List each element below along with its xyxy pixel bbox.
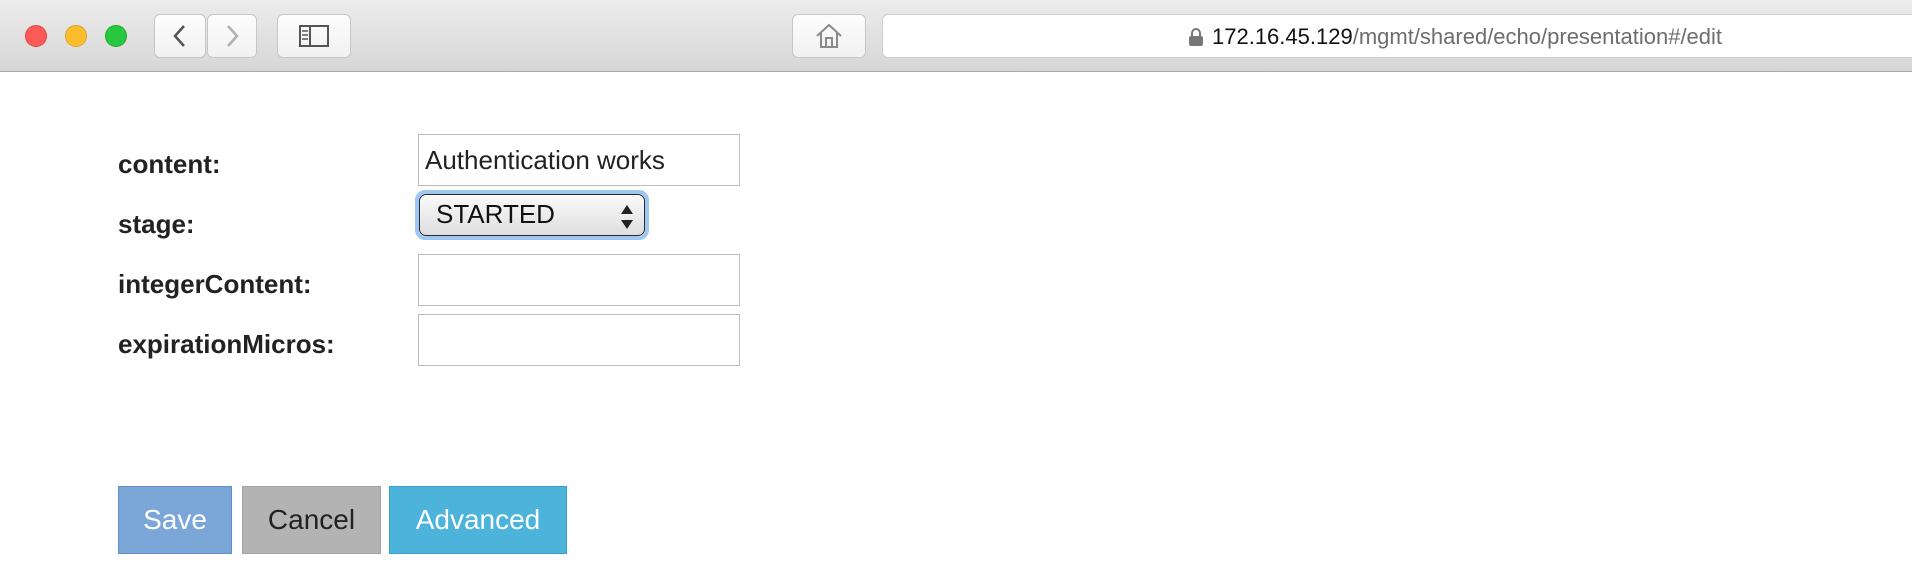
save-button[interactable]: Save: [118, 486, 232, 554]
home-icon: [816, 23, 842, 48]
stage-label: stage:: [118, 209, 195, 239]
address-bar[interactable]: 172.16.45.129/mgmt/shared/echo/presentat…: [882, 14, 1912, 58]
url-path: /mgmt/shared/echo/presentation#/edit: [1352, 24, 1723, 49]
lock-icon: [1189, 28, 1203, 46]
url-display: 172.16.45.129/mgmt/shared/echo/presentat…: [1188, 15, 1722, 59]
select-arrows-icon: [621, 205, 633, 229]
stage-select[interactable]: STARTED: [415, 190, 649, 240]
advanced-button[interactable]: Advanced: [389, 486, 567, 554]
minimize-window-icon[interactable]: [65, 25, 87, 47]
browser-toolbar: 172.16.45.129/mgmt/shared/echo/presentat…: [0, 0, 1912, 72]
sidebar-icon: [299, 25, 329, 47]
stage-selected-value: STARTED: [436, 199, 555, 229]
content-input[interactable]: [418, 134, 740, 186]
integer-content-input[interactable]: [418, 254, 740, 306]
maximize-window-icon[interactable]: [105, 25, 127, 47]
integer-content-label: integerContent:: [118, 269, 312, 299]
close-window-icon[interactable]: [25, 25, 47, 47]
forward-icon: [227, 25, 239, 47]
back-button[interactable]: [154, 14, 206, 58]
sidebar-button[interactable]: [277, 14, 351, 58]
url-host: 172.16.45.129: [1212, 24, 1353, 49]
expiration-micros-input[interactable]: [418, 314, 740, 366]
home-button[interactable]: [792, 14, 866, 58]
expiration-micros-label: expirationMicros:: [118, 329, 335, 359]
back-icon: [173, 25, 185, 47]
content-label: content:: [118, 149, 221, 179]
cancel-button[interactable]: Cancel: [242, 486, 381, 554]
stage-select-box[interactable]: STARTED: [419, 194, 645, 236]
forward-button[interactable]: [207, 14, 257, 58]
